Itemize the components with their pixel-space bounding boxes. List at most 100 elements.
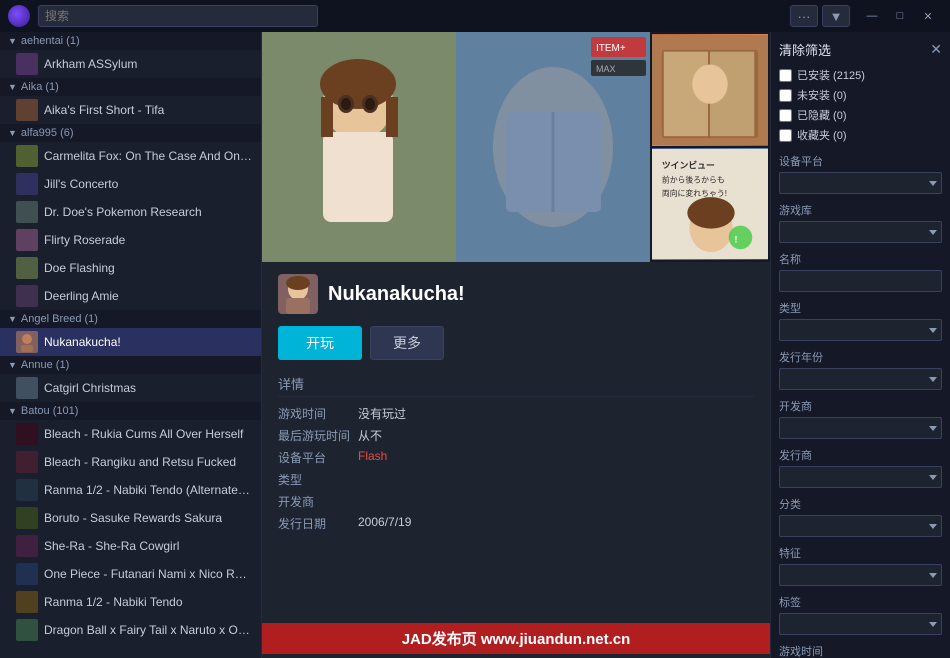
- list-item[interactable]: Deerling Amie: [0, 282, 261, 310]
- list-item[interactable]: Bleach - Rukia Cums All Over Herself: [0, 420, 261, 448]
- detail-label: 游戏时间: [278, 405, 358, 422]
- list-item[interactable]: Ranma 1/2 - Nabiki Tendo (Alternate V...: [0, 476, 261, 504]
- group-label: Batou (101): [21, 405, 78, 417]
- watermark-banner: JAD发布页 www.jiuandun.net.cn: [262, 623, 770, 654]
- filter-tag: 标签: [779, 594, 942, 635]
- filter-cb-not-installed: 未安装 (0): [779, 87, 942, 103]
- item-name: Ranma 1/2 - Nabiki Tendo: [44, 595, 253, 609]
- filter-button[interactable]: ▼: [822, 5, 850, 27]
- menu-button[interactable]: ···: [790, 5, 818, 27]
- filter-tag-label: 标签: [779, 594, 942, 610]
- list-item[interactable]: Arkham ASSylum: [0, 50, 261, 78]
- app-logo: [8, 5, 30, 27]
- collection-checkbox[interactable]: [779, 129, 792, 142]
- list-item[interactable]: Catgirl Christmas: [0, 374, 261, 402]
- filter-name: 名称: [779, 251, 942, 292]
- not-installed-label: 未安装 (0): [797, 87, 847, 103]
- group-arrow: ▼: [8, 360, 17, 370]
- game-thumb: [16, 423, 38, 445]
- list-item[interactable]: Boruto - Sasuke Rewards Sakura: [0, 504, 261, 532]
- game-thumb: [16, 535, 38, 557]
- list-item-selected[interactable]: Nukanakucha!: [0, 328, 261, 356]
- close-button[interactable]: ✕: [914, 5, 942, 27]
- group-angel-breed[interactable]: ▼ Angel Breed (1): [0, 310, 261, 328]
- group-alfa995[interactable]: ▼ alfa995 (6): [0, 124, 261, 142]
- filter-name-input[interactable]: [779, 270, 942, 292]
- hidden-label: 已隐藏 (0): [797, 107, 847, 123]
- list-item[interactable]: Ranma 1/2 - Nabiki Tendo: [0, 588, 261, 616]
- item-name: Boruto - Sasuke Rewards Sakura: [44, 511, 253, 525]
- list-item[interactable]: She-Ra - She-Ra Cowgirl: [0, 532, 261, 560]
- filter-publisher: 发行商: [779, 447, 942, 488]
- group-aehentai[interactable]: ▼ aehentai (1): [0, 32, 261, 50]
- item-name: Deerling Amie: [44, 289, 253, 303]
- filter-feature-select[interactable]: [779, 564, 942, 586]
- group-batou[interactable]: ▼ Batou (101): [0, 402, 261, 420]
- group-aika[interactable]: ▼ Aika (1): [0, 78, 261, 96]
- svg-text:ツインビュー: ツインビュー: [662, 160, 715, 171]
- hidden-checkbox[interactable]: [779, 109, 792, 122]
- filter-developer-select[interactable]: [779, 417, 942, 439]
- more-button[interactable]: 更多: [370, 326, 444, 360]
- group-annue[interactable]: ▼ Annue (1): [0, 356, 261, 374]
- item-name: Dr. Doe's Pokemon Research: [44, 205, 253, 219]
- screenshot-thumb-1[interactable]: [652, 34, 768, 146]
- detail-label: 发行日期: [278, 515, 358, 532]
- filter-publisher-select[interactable]: [779, 466, 942, 488]
- search-input[interactable]: [45, 9, 311, 23]
- svg-text:!: !: [735, 234, 738, 244]
- item-name: Flirty Roserade: [44, 233, 253, 247]
- window-controls: — □ ✕: [858, 5, 942, 27]
- list-item[interactable]: Carmelita Fox: On The Case And On You...: [0, 142, 261, 170]
- search-box[interactable]: [38, 5, 318, 27]
- list-item[interactable]: Aika's First Short - Tifa: [0, 96, 261, 124]
- list-item[interactable]: Bleach - Rangiku and Retsu Fucked: [0, 448, 261, 476]
- item-name: Dragon Ball x Fairy Tail x Naruto x One.…: [44, 623, 253, 637]
- filter-category-select[interactable]: [779, 515, 942, 537]
- list-item[interactable]: Jill's Concerto: [0, 170, 261, 198]
- list-item[interactable]: Flirty Roserade: [0, 226, 261, 254]
- screenshot-thumb-2[interactable]: ツインビュー 前から後ろからも 両向に変れちゃう! !: [652, 148, 768, 260]
- detail-row-release: 发行日期 2006/7/19: [278, 515, 754, 532]
- list-item[interactable]: Doe Flashing: [0, 254, 261, 282]
- filter-library-select[interactable]: [779, 221, 942, 243]
- filter-platform-select[interactable]: [779, 172, 942, 194]
- maximize-button[interactable]: □: [886, 5, 914, 27]
- game-thumb: [16, 99, 38, 121]
- filter-cb-installed: 已安装 (2125): [779, 67, 942, 83]
- filter-panel: 清除筛选 ✕ 已安装 (2125) 未安装 (0) 已隐藏 (0) 收藏夹 (0…: [770, 32, 950, 658]
- platform-link[interactable]: Flash: [358, 449, 387, 466]
- thumb2-img: ツインビュー 前から後ろからも 両向に変れちゃう! !: [652, 148, 768, 260]
- detail-label: 最后游玩时间: [278, 427, 358, 444]
- filter-close-button[interactable]: ✕: [930, 41, 942, 58]
- filter-year: 发行年份: [779, 349, 942, 390]
- svg-text:MAX: MAX: [596, 64, 616, 74]
- game-thumb: [16, 479, 38, 501]
- filter-type-select[interactable]: [779, 319, 942, 341]
- minimize-button[interactable]: —: [858, 5, 886, 27]
- list-item[interactable]: Dr. Doe's Pokemon Research: [0, 198, 261, 226]
- main-screenshot: ITEM+ MAX: [262, 32, 650, 262]
- list-item[interactable]: One Piece - Futanari Nami x Nico Robin: [0, 560, 261, 588]
- filter-year-select[interactable]: [779, 368, 942, 390]
- filter-cb-collection: 收藏夹 (0): [779, 127, 942, 143]
- list-item[interactable]: Dragon Ball x Fairy Tail x Naruto x One.…: [0, 616, 261, 644]
- screenshots-area: ITEM+ MAX: [262, 32, 770, 262]
- filter-title: 清除筛选 ✕: [779, 40, 942, 59]
- item-name: Jill's Concerto: [44, 177, 253, 191]
- game-thumb: [16, 619, 38, 641]
- game-icon: [278, 274, 318, 314]
- filter-developer-label: 开发商: [779, 398, 942, 414]
- game-thumb: [16, 377, 38, 399]
- game-thumb: [16, 173, 38, 195]
- game-thumb: [16, 145, 38, 167]
- installed-checkbox[interactable]: [779, 69, 792, 82]
- not-installed-checkbox[interactable]: [779, 89, 792, 102]
- item-name: Aika's First Short - Tifa: [44, 103, 253, 117]
- play-button[interactable]: 开玩: [278, 326, 362, 360]
- item-name: Carmelita Fox: On The Case And On You...: [44, 149, 253, 163]
- installed-label: 已安装 (2125): [797, 67, 865, 83]
- filter-tag-select[interactable]: [779, 613, 942, 635]
- item-name: One Piece - Futanari Nami x Nico Robin: [44, 567, 253, 581]
- item-name: Ranma 1/2 - Nabiki Tendo (Alternate V...: [44, 483, 253, 497]
